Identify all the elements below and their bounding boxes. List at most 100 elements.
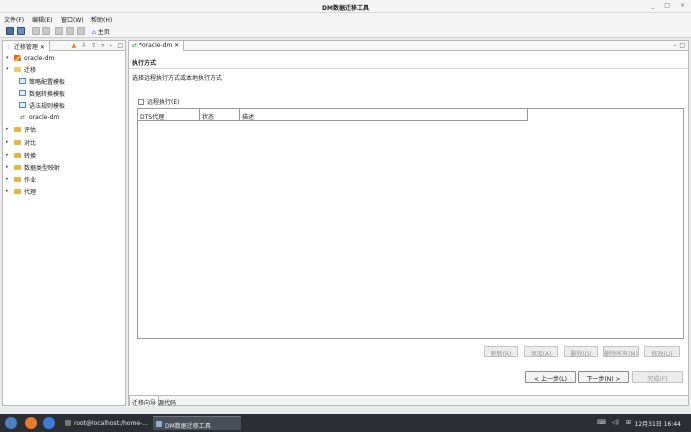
section-title: 执行方式 [132,60,157,67]
chevron-right-icon[interactable]: ▸ [6,188,11,194]
tab-migration-management[interactable]: ⋮ 迁移管理 ✕ [3,41,50,51]
chevron-right-icon[interactable]: ▸ [6,139,11,145]
minimize-view-icon[interactable]: – [109,42,112,49]
back-button[interactable]: < 上一步(L) [525,371,576,383]
tree-item-assessment[interactable]: ▸ 评估 [6,124,36,134]
volume-icon[interactable]: ◁) [612,419,619,426]
tab-oracle-dm[interactable]: ⇄ *oracle-dm ✕ [129,41,185,51]
column-header-description[interactable]: 描述 [240,109,528,121]
delete-button[interactable]: 删除(D) [564,346,598,358]
dts-agent-table[interactable]: DTS代理 状态 描述 [137,108,684,339]
checkbox-box[interactable] [138,98,144,105]
close-icon[interactable]: ✕ [40,44,45,51]
tree-item-label: 代理 [24,188,37,196]
minimize-button[interactable]: _ [651,2,654,9]
tree-item-label: 语法规则模板 [29,102,66,110]
home-label: 主页 [97,29,110,36]
paste-icon[interactable] [77,27,85,35]
tab-migration-wizard[interactable]: 迁移向导 [129,396,160,407]
maximize-editor-icon[interactable]: □ [679,42,685,49]
column-header-status[interactable]: 状态 [200,109,240,121]
cut-icon[interactable] [55,27,63,35]
new-project-icon[interactable]: ▲ [72,42,77,49]
save-icon[interactable] [6,27,14,35]
view-menu-icon[interactable]: ▿ [101,42,104,49]
clock: 12月31日 16:44 [634,421,681,428]
tree-item-convert[interactable]: ▸ 转换 [6,150,36,160]
tree-item-oracle-dm-migration[interactable]: ⇄ oracle-dm [19,112,59,122]
start-menu-icon[interactable] [5,417,17,429]
tab-label: 迁移管理 [13,44,38,51]
view-tab-row: ⋮ 迁移管理 ✕ ▲ ⇩ ⇧ ▿ – □ [3,41,125,51]
delete-all-button[interactable]: 删除所有(M) [603,346,639,358]
remote-execution-checkbox[interactable]: 远程执行(E) [138,97,179,106]
window-controls: _ □ × [651,2,685,9]
chevron-down-icon[interactable]: ▾ [6,66,11,72]
close-button[interactable]: × [680,2,685,9]
section-description: 选择远程执行方式或本地执行方式 [132,75,223,82]
menu-file[interactable]: 文件(F) [4,15,24,24]
network-icon[interactable]: ⊞ [626,419,631,426]
migration-link-icon: ⇄ [19,113,26,121]
template-icon [19,78,26,84]
tree-item-label: 作业 [24,176,37,184]
redo-icon[interactable] [42,27,50,35]
tree-item-migration[interactable]: ▾ 迁移 [6,64,36,74]
minimize-editor-icon[interactable]: – [673,42,676,49]
tree-item-data-conversion-template[interactable]: 数据转换模板 [19,88,65,98]
tree-item-label: 数据转换模板 [29,90,66,98]
folder-icon [14,126,21,132]
modify-button[interactable]: 修改(U) [644,346,680,358]
copy-icon[interactable] [66,27,74,35]
tree-item-jobs[interactable]: ▸ 作业 [6,174,36,184]
finish-button[interactable]: 完成(F) [632,371,683,383]
refresh-button[interactable]: 刷新(R) [484,346,518,358]
view-toolbar: ▲ ⇩ ⇧ ▿ – □ [72,42,123,49]
table-header: DTS代理 状态 描述 [138,109,528,121]
chevron-right-icon[interactable]: ▸ [6,126,11,132]
close-icon[interactable]: ✕ [174,42,179,49]
folder-icon [14,188,21,194]
database-icon [14,55,21,61]
title-bar: DM数据迁移工具 _ □ × [0,0,691,13]
next-button[interactable]: 下一步(N) > [578,371,629,383]
folder-open-icon [14,66,21,72]
tree-item-compare[interactable]: ▸ 对比 [6,137,36,147]
migration-link-icon: ⇄ [132,42,138,49]
import-icon[interactable]: ⇩ [81,42,86,49]
task-dm-migration-tool[interactable]: DM数据迁移工具 [153,416,241,430]
browser-icon[interactable] [25,417,37,429]
undo-icon[interactable] [32,27,40,35]
chevron-right-icon[interactable]: ▸ [6,164,11,170]
tree-item-syntax-rule-template[interactable]: 语法规则模板 [19,100,65,110]
chevron-right-icon[interactable]: ▸ [6,152,11,158]
task-terminal[interactable]: root@localhost:/home-... [62,416,150,430]
menu-edit[interactable]: 编辑(E) [32,15,52,24]
export-icon[interactable]: ⇧ [91,42,96,49]
menu-help[interactable]: 帮助(H) [91,15,112,24]
tree-item-strategy-template[interactable]: 策略配置模板 [19,76,65,86]
tree-item-label: oracle-dm [29,113,60,121]
chevron-down-icon[interactable]: ▾ [6,55,11,61]
add-button[interactable]: 添加(A) [524,346,558,358]
menu-window[interactable]: 窗口(W) [61,15,84,24]
tree-item-label: 数据类型映射 [24,164,61,172]
tree-item-project[interactable]: ▾ oracle-dm [6,53,54,63]
chevron-right-icon[interactable]: ▸ [6,176,11,182]
folder-icon [14,152,21,158]
file-manager-icon[interactable] [43,417,55,429]
column-header-dts-agent[interactable]: DTS代理 [138,109,200,121]
maximize-view-icon[interactable]: □ [117,42,123,49]
tree-item-agents[interactable]: ▸ 代理 [6,186,36,196]
keyboard-icon[interactable]: ⌨ [597,419,606,426]
terminal-icon [65,420,71,426]
tab-source-code[interactable]: 源代码 [156,396,178,407]
menu-bar: 文件(F) 编辑(E) 窗口(W) 帮助(H) [0,13,691,24]
home-button[interactable]: ⌂ 主页 [92,27,110,36]
tree-item-label: 迁移 [24,66,37,74]
maximize-button[interactable]: □ [664,2,670,9]
save-all-icon[interactable] [17,27,25,35]
tree-item-data-type-mapping[interactable]: ▸ 数据类型映射 [6,162,60,172]
template-icon [19,102,26,108]
migration-management-view: ⋮ 迁移管理 ✕ ▲ ⇩ ⇧ ▿ – □ ▾ oracle-dm ▾ 迁移 策略… [2,40,126,406]
